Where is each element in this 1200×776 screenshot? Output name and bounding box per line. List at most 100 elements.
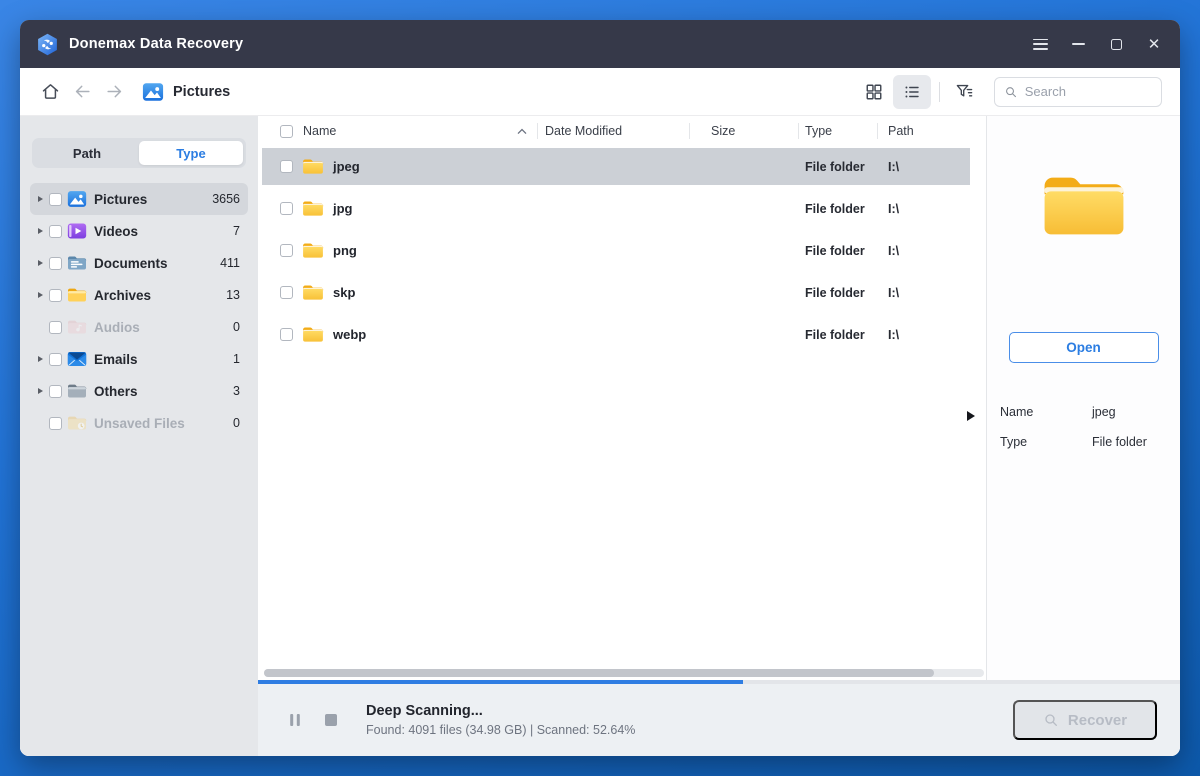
file-date-modified [537,274,689,311]
sidebar-item-emails[interactable]: Emails 1 [30,343,248,375]
breadcrumb[interactable]: Pictures [142,81,230,103]
horizontal-scrollbar[interactable] [262,666,986,680]
expand-arrow-icon[interactable] [34,356,46,362]
file-list-pane: Name Date Modified Size Type Path jpeg Fi… [258,116,986,680]
toolbar: Pictures [20,68,1180,116]
file-date-modified [537,148,689,185]
tab-path[interactable]: Path [35,141,139,165]
sidebar-item-pictures[interactable]: Pictures 3656 [30,183,248,215]
file-size [689,148,798,185]
scan-status-title: Deep Scanning... [366,703,483,719]
search-input[interactable] [1024,84,1153,99]
row-checkbox[interactable] [280,244,293,257]
expand-arrow-icon[interactable] [34,388,46,394]
sidebar-item-count: 13 [226,288,240,302]
search-icon [1006,86,1017,97]
pause-button[interactable] [284,709,306,731]
item-checkbox[interactable] [49,416,62,430]
expand-arrow-icon[interactable] [34,196,46,202]
tab-type[interactable]: Type [139,141,243,165]
list-view-icon [905,86,919,97]
desktop-background: Donemax Data Recovery ✕ Pictures Search … [0,0,1200,776]
close-icon: ✕ [1147,35,1161,53]
row-checkbox[interactable] [280,160,293,173]
folder-icon [302,157,324,176]
file-type: File folder [805,159,865,174]
file-row-webp[interactable]: webp File folder I:\ [262,316,970,353]
sidebar-item-audios[interactable]: Audios 0 [30,311,248,343]
field-value: jpeg [1092,405,1116,419]
column-header-type[interactable]: Type [798,118,877,144]
grid-view-button[interactable] [855,75,893,109]
open-button[interactable]: Open [1008,332,1159,363]
sidebar-item-documents[interactable]: Documents 411 [30,247,248,279]
field-label: Name [1000,405,1034,419]
list-view-button[interactable] [893,74,931,109]
file-date-modified [537,232,689,269]
item-checkbox[interactable] [49,288,62,302]
documents-icon [67,253,87,273]
sidebar-item-label: Others [94,383,138,399]
sidebar-item-count: 7 [233,224,240,238]
item-checkbox[interactable] [49,224,62,238]
sidebar-item-others[interactable]: Others 3 [30,375,248,407]
statusbar: Deep Scanning... Found: 4091 files (34.9… [258,684,1180,756]
sidebar-item-archives[interactable]: Archives 13 [30,279,248,311]
app-menu-button[interactable] [1024,28,1056,60]
file-size [689,274,798,311]
close-button[interactable]: ✕ [1138,28,1170,60]
item-checkbox[interactable] [49,384,62,398]
minimize-button[interactable] [1062,28,1094,60]
filter-button[interactable] [948,76,980,108]
sidebar-item-label: Emails [94,351,138,367]
file-row-jpeg[interactable]: jpeg File folder I:\ [262,148,970,185]
file-row-skp[interactable]: skp File folder I:\ [262,274,970,311]
row-checkbox[interactable] [280,328,293,341]
scrollbar-thumb[interactable] [264,669,934,677]
expand-arrow-icon[interactable] [34,228,46,234]
row-checkbox[interactable] [280,202,293,215]
videos-icon [67,221,87,241]
pictures-icon [67,189,87,209]
file-row-png[interactable]: png File folder I:\ [262,232,970,269]
item-checkbox[interactable] [49,192,62,206]
expand-arrow-icon[interactable] [34,260,46,266]
home-button[interactable] [34,76,66,108]
stop-button[interactable] [320,709,342,731]
preview-collapse-toggle[interactable] [967,411,975,421]
column-label: Date Modified [545,124,623,138]
item-checkbox[interactable] [49,256,62,270]
recover-button[interactable]: Recover [1013,700,1157,740]
others-icon [67,381,87,401]
select-all-checkbox[interactable] [280,124,293,138]
sidebar-item-label: Documents [94,255,168,271]
app-title: Donemax Data Recovery [69,36,244,52]
sidebar-item-unsaved-files[interactable]: Unsaved Files 0 [30,407,248,439]
sidebar-item-videos[interactable]: Videos 7 [30,215,248,247]
titlebar: Donemax Data Recovery ✕ [20,20,1180,68]
column-header-name[interactable]: Name [296,118,537,144]
app-window: Donemax Data Recovery ✕ Pictures Search … [20,20,1180,756]
audios-icon [67,317,87,337]
column-header-path[interactable]: Path [877,118,986,144]
column-header-size[interactable]: Size [689,118,798,144]
expand-arrow-icon[interactable] [34,292,46,298]
file-type: File folder [805,327,865,342]
file-row-jpg[interactable]: jpg File folder I:\ [262,190,970,227]
item-checkbox[interactable] [49,320,62,334]
breadcrumb-label: Pictures [173,83,231,100]
forward-button[interactable] [98,76,130,108]
sidebar-item-label: Unsaved Files [94,415,185,431]
back-button[interactable] [66,76,98,108]
main-area: Name Date Modified Size Type Path jpeg Fi… [258,116,1180,756]
column-header-date-modified[interactable]: Date Modified [537,118,689,144]
file-name: skp [333,285,356,300]
maximize-button[interactable] [1100,28,1132,60]
folder-icon [302,241,324,260]
row-checkbox[interactable] [280,286,293,299]
maximize-icon [1110,38,1122,50]
item-checkbox[interactable] [49,352,62,366]
scrollbar-track[interactable] [264,669,984,677]
file-type-tree: Pictures 3656 Videos 7 Documents 411 Archives 1… [30,183,248,439]
scan-status-detail: Found: 4091 files (34.98 GB) | Scanned: … [366,723,636,737]
